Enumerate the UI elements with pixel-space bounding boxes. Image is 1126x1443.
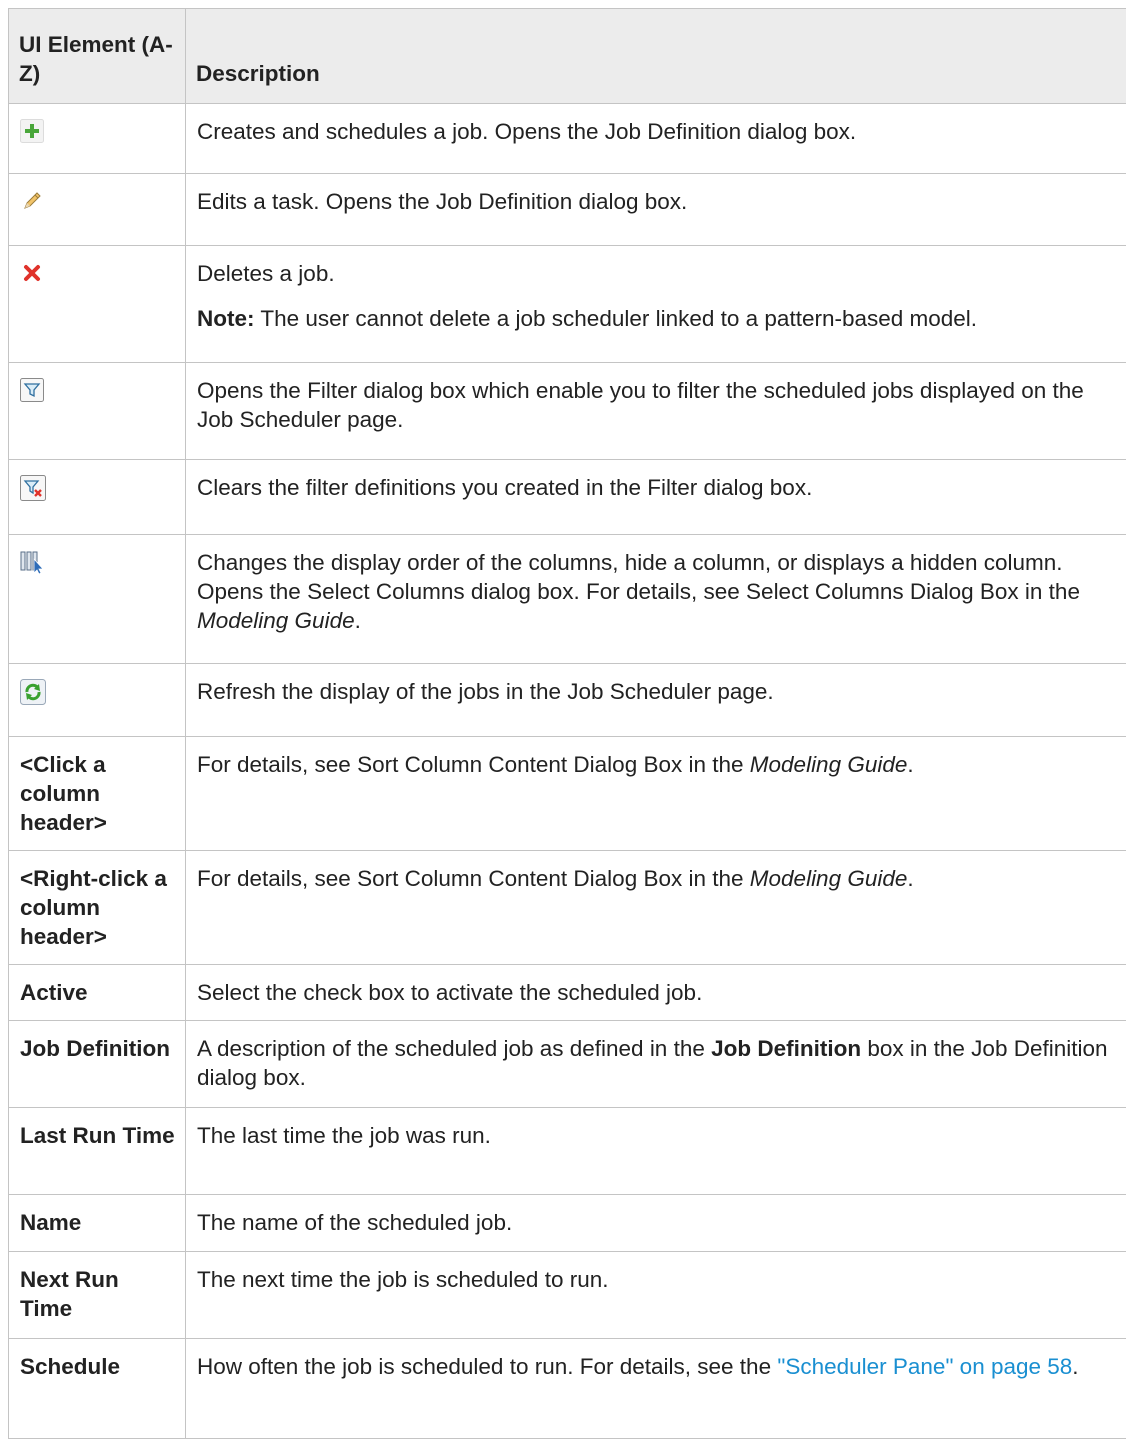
- filter-funnel-icon: [20, 378, 44, 402]
- element-cell: Schedule: [8, 1338, 186, 1439]
- description-cell: Edits a task. Opens the Job Definition d…: [185, 173, 1126, 246]
- description-cell: Changes the display order of the columns…: [185, 534, 1126, 664]
- add-plus-icon: [20, 119, 44, 143]
- refresh-icon: [20, 679, 46, 705]
- element-cell: [8, 173, 186, 246]
- header-ui-element: UI Element (A-Z): [8, 8, 186, 104]
- element-cell: Active: [8, 964, 186, 1021]
- table-row: Opens the Filter dialog box which enable…: [8, 362, 1126, 460]
- element-cell: [8, 362, 186, 460]
- description-cell: The last time the job was run.: [185, 1107, 1126, 1195]
- element-cell: Name: [8, 1194, 186, 1252]
- scheduler-pane-link[interactable]: "Scheduler Pane" on page 58: [777, 1354, 1072, 1379]
- select-columns-icon: [20, 550, 44, 574]
- description-cell: A description of the scheduled job as de…: [185, 1020, 1126, 1108]
- description-cell: Select the check box to activate the sch…: [185, 964, 1126, 1021]
- description-cell: Opens the Filter dialog box which enable…: [185, 362, 1126, 460]
- description-cell: Deletes a job. Note: The user cannot del…: [185, 245, 1126, 363]
- table-row: Creates and schedules a job. Opens the J…: [8, 103, 1126, 174]
- table-row: Next Run Time The next time the job is s…: [8, 1251, 1126, 1339]
- table-row: <Right-click a column header> For detail…: [8, 850, 1126, 965]
- description-cell: Creates and schedules a job. Opens the J…: [185, 103, 1126, 174]
- element-cell: [8, 663, 186, 737]
- element-cell: <Right-click a column header>: [8, 850, 186, 965]
- pencil-edit-icon: [20, 189, 44, 213]
- element-cell: Last Run Time: [8, 1107, 186, 1195]
- description-cell: The next time the job is scheduled to ru…: [185, 1251, 1126, 1339]
- description-cell: For details, see Sort Column Content Dia…: [185, 736, 1126, 851]
- element-cell: [8, 534, 186, 664]
- description-cell: The name of the scheduled job.: [185, 1194, 1126, 1252]
- element-cell: Job Definition: [8, 1020, 186, 1108]
- ui-elements-table: UI Element (A-Z) Description Creates and…: [8, 8, 1126, 1439]
- table-row: Refresh the display of the jobs in the J…: [8, 663, 1126, 737]
- note: Note: The user cannot delete a job sched…: [197, 306, 978, 331]
- table-row: <Click a column header> For details, see…: [8, 736, 1126, 851]
- description-cell: Clears the filter definitions you create…: [185, 459, 1126, 535]
- delete-x-icon: [20, 261, 44, 285]
- table-row: Job Definition A description of the sche…: [8, 1020, 1126, 1108]
- table-row: Deletes a job. Note: The user cannot del…: [8, 245, 1126, 363]
- description-cell: Refresh the display of the jobs in the J…: [185, 663, 1126, 737]
- clear-filter-icon: [20, 475, 46, 501]
- header-description: Description: [185, 8, 1126, 104]
- description-cell: For details, see Sort Column Content Dia…: [185, 850, 1126, 965]
- table-row: Changes the display order of the columns…: [8, 534, 1126, 664]
- table-row: Clears the filter definitions you create…: [8, 459, 1126, 535]
- description-cell: How often the job is scheduled to run. F…: [185, 1338, 1126, 1439]
- table-row: Name The name of the scheduled job.: [8, 1194, 1126, 1252]
- element-cell: Next Run Time: [8, 1251, 186, 1339]
- element-cell: [8, 245, 186, 363]
- table-row: Last Run Time The last time the job was …: [8, 1107, 1126, 1195]
- element-cell: [8, 103, 186, 174]
- table-row: Schedule How often the job is scheduled …: [8, 1338, 1126, 1439]
- element-cell: <Click a column header>: [8, 736, 186, 851]
- table-header-row: UI Element (A-Z) Description: [8, 8, 1126, 104]
- element-cell: [8, 459, 186, 535]
- table-row: Active Select the check box to activate …: [8, 964, 1126, 1021]
- table-row: Edits a task. Opens the Job Definition d…: [8, 173, 1126, 246]
